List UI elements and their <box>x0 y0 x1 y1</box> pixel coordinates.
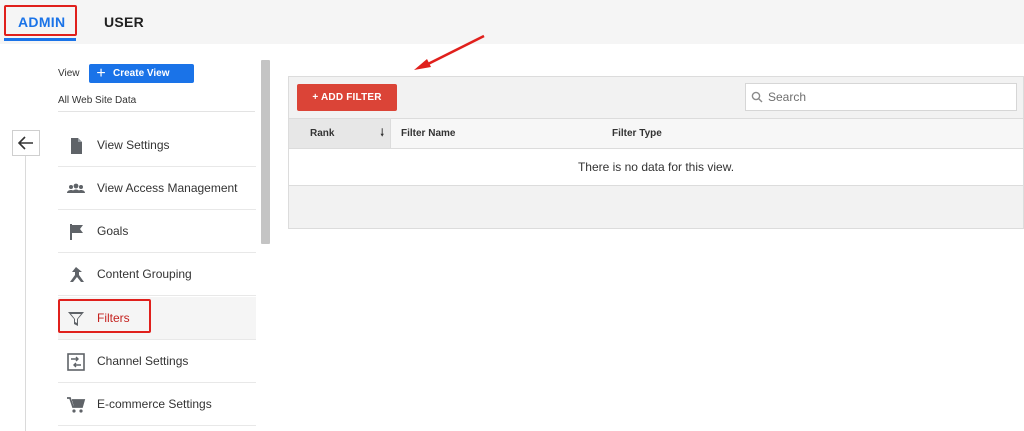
create-view-label: Create View <box>113 68 170 79</box>
empty-table-message: There is no data for this view. <box>577 160 735 174</box>
sidebar-item-ecommerce-settings[interactable]: E-commerce Settings <box>58 383 256 426</box>
plus-icon: + <box>96 65 106 82</box>
arrow-left-icon <box>18 136 33 150</box>
sidebar-item-label: View Access Management <box>97 181 238 195</box>
sidebar-item-label: Goals <box>97 224 129 238</box>
column-header-filter-name[interactable]: Filter Name <box>401 119 455 148</box>
flag-icon <box>66 222 86 242</box>
channel-settings-icon <box>66 352 86 372</box>
sidebar-item-channel-settings[interactable]: Channel Settings <box>58 340 256 383</box>
search-box[interactable] <box>745 83 1017 111</box>
filters-highlight-box <box>58 299 151 333</box>
sidebar-item-view-access-management[interactable]: View Access Management <box>58 167 256 210</box>
column-header-rank[interactable]: Rank 🠓 <box>289 119 391 148</box>
content-grouping-icon <box>66 265 86 285</box>
sidebar-item-label: Content Grouping <box>97 267 192 281</box>
gutter-line <box>25 156 26 431</box>
cart-icon <box>66 395 86 415</box>
sidebar-scrollbar[interactable] <box>261 60 270 244</box>
add-filter-button[interactable]: + ADD FILTER <box>297 84 397 111</box>
top-tab-bar: ADMIN USER <box>0 0 1024 44</box>
column-header-label: Rank <box>310 128 335 139</box>
column-header-filter-type[interactable]: Filter Type <box>612 119 662 148</box>
sidebar-item-view-settings[interactable]: View Settings <box>58 124 256 167</box>
view-name: All Web Site Data <box>58 95 137 106</box>
tab-user[interactable]: USER <box>104 0 144 44</box>
sidebar-item-label: E-commerce Settings <box>97 397 212 411</box>
document-icon <box>66 136 86 156</box>
sidebar-divider <box>58 111 255 112</box>
admin-highlight-box <box>4 5 77 36</box>
sidebar-item-label: View Settings <box>97 138 170 152</box>
search-icon <box>746 91 768 103</box>
table-body: There is no data for this view. <box>289 149 1023 186</box>
create-view-button[interactable]: + Create View <box>89 64 194 83</box>
view-label: View <box>58 68 80 79</box>
tab-admin-underline <box>4 38 76 41</box>
search-input[interactable] <box>768 85 998 109</box>
people-icon <box>66 179 86 199</box>
annotation-arrow <box>414 34 485 70</box>
table-header: Rank 🠓 Filter Name Filter Type <box>289 118 1023 149</box>
sort-down-icon: 🠓 <box>380 128 384 139</box>
back-button[interactable] <box>12 130 40 156</box>
sidebar-item-label: Channel Settings <box>97 354 189 368</box>
sidebar-item-content-grouping[interactable]: Content Grouping <box>58 253 256 296</box>
sidebar-item-goals[interactable]: Goals <box>58 210 256 253</box>
